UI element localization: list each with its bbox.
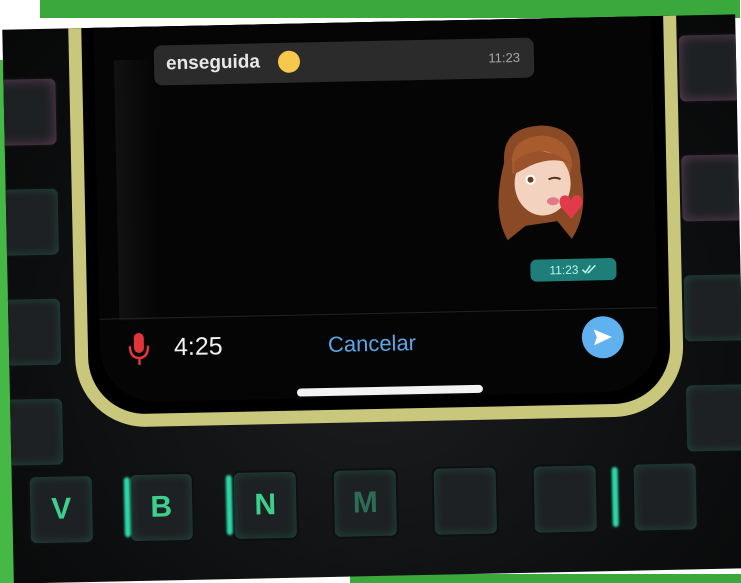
keyboard-key bbox=[678, 34, 741, 102]
sleepy-face-emoji bbox=[277, 50, 301, 73]
keyboard-key bbox=[2, 188, 60, 256]
home-indicator[interactable] bbox=[296, 384, 483, 397]
keyboard-key bbox=[681, 154, 741, 222]
keyboard-key-m: M bbox=[333, 469, 397, 537]
sticker-timestamp: 11:23 bbox=[530, 257, 617, 282]
double-check-icon bbox=[581, 264, 596, 274]
input-bar-divider bbox=[99, 307, 658, 320]
keyboard-key-v: V bbox=[29, 475, 94, 544]
phone: enseguida 11:23 11:23 4:25 Cancelar bbox=[67, 14, 685, 429]
keyboard-key bbox=[533, 465, 597, 533]
keyboard-key bbox=[433, 467, 497, 535]
keyboard-key-n: N bbox=[233, 471, 297, 539]
keyboard-key bbox=[685, 384, 741, 452]
photograph: V B N M enseguida 11:23 11:23 4:25 Cance… bbox=[2, 14, 741, 583]
keyboard-key bbox=[2, 298, 62, 366]
key-backlight bbox=[611, 466, 619, 528]
sticker-time: 11:23 bbox=[549, 262, 579, 278]
message-text: enseguida bbox=[165, 51, 261, 75]
key-backlight bbox=[225, 475, 233, 536]
photo-scene: V B N M enseguida 11:23 11:23 4:25 Cance… bbox=[0, 0, 741, 583]
send-button[interactable] bbox=[581, 315, 625, 359]
keyboard-key bbox=[2, 78, 57, 146]
keyboard-key bbox=[2, 398, 64, 466]
keyboard-key bbox=[683, 274, 741, 342]
send-arrow-icon bbox=[593, 329, 612, 346]
key-backlight bbox=[123, 477, 131, 538]
keyboard-key bbox=[633, 463, 697, 531]
cancel-recording-button[interactable]: Cancelar bbox=[328, 330, 417, 358]
message-time: 11:23 bbox=[488, 49, 521, 66]
incoming-message-bubble[interactable]: enseguida 11:23 bbox=[153, 37, 535, 86]
keyboard-key-b: B bbox=[129, 473, 194, 542]
recording-duration: 4:25 bbox=[173, 332, 223, 362]
screen-reflection bbox=[113, 59, 160, 321]
memoji-sticker[interactable] bbox=[483, 120, 596, 247]
microphone-icon bbox=[128, 332, 150, 365]
phone-screen: enseguida 11:23 11:23 4:25 Cancelar bbox=[92, 14, 659, 403]
green-frame-top bbox=[40, 0, 740, 18]
